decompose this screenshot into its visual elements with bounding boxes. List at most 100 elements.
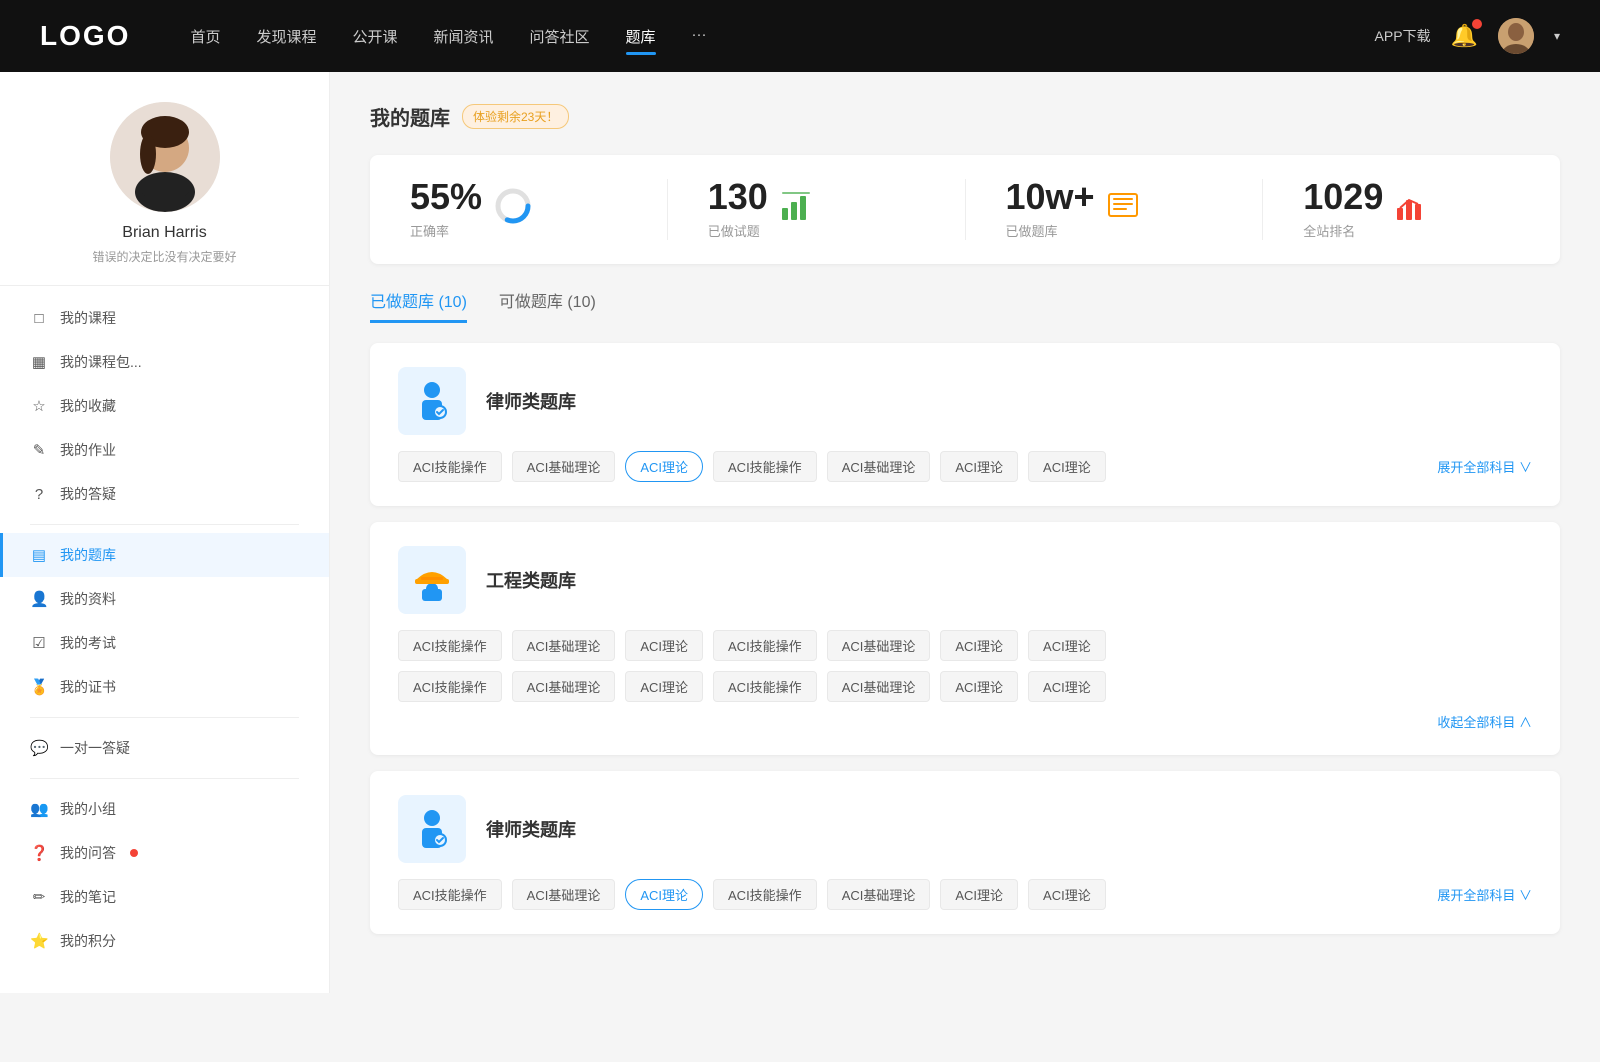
sidebar-menu-label-4: 我的答疑 [60,484,116,504]
nav-item-2[interactable]: 公开课 [352,26,397,47]
tag-lawyer1-2[interactable]: ACI理论 [625,451,703,482]
tag-lawyer1-3[interactable]: ACI技能操作 [713,451,817,482]
sidebar-menu-item-6[interactable]: 👤我的资料 [0,577,329,621]
done-questions-icon [780,190,812,229]
tab-done-banks[interactable]: 已做题库 (10) [370,288,467,323]
page-header: 我的题库 体验剩余23天！ [370,102,1560,131]
stat-ranking-label: 全站排名 [1303,221,1383,240]
sidebar-menu-item-5[interactable]: ▤我的题库 [0,533,329,577]
stat-done-questions: 130 已做试题 [668,179,966,240]
tag-eng-r2-4[interactable]: ACI基础理论 [827,671,931,702]
tag-eng-r1-3[interactable]: ACI技能操作 [713,630,817,661]
stat-accuracy-value: 55% [410,179,482,215]
stat-done-questions-label: 已做试题 [708,221,768,240]
nav-item-1[interactable]: 发现课程 [256,26,316,47]
stat-done-questions-value: 130 [708,179,768,215]
tag-eng-r2-1[interactable]: ACI基础理论 [512,671,616,702]
sidebar-menu-item-9[interactable]: 💬一对一答疑 [0,726,329,770]
sidebar-menu-item-7[interactable]: ☑我的考试 [0,621,329,665]
nav-item-6[interactable]: ··· [692,26,707,47]
sidebar-menu-item-0[interactable]: □我的课程 [0,296,329,340]
tag-eng-r2-6[interactable]: ACI理论 [1028,671,1106,702]
sidebar-avatar[interactable] [110,102,220,212]
tag-eng-r1-1[interactable]: ACI基础理论 [512,630,616,661]
stat-ranking-value-block: 1029 全站排名 [1303,179,1383,240]
nav-item-4[interactable]: 问答社区 [530,26,590,47]
tag-lawyer2-3[interactable]: ACI技能操作 [713,879,817,910]
bank-tags-row-lawyer-2: ACI技能操作 ACI基础理论 ACI理论 ACI技能操作 ACI基础理论 AC… [398,879,1532,910]
tag-eng-r1-2[interactable]: ACI理论 [625,630,703,661]
tag-eng-r1-4[interactable]: ACI基础理论 [827,630,931,661]
tag-lawyer2-5[interactable]: ACI理论 [940,879,1018,910]
sidebar-menu-item-4[interactable]: ?我的答疑 [0,472,329,516]
sidebar-menu-label-7: 我的考试 [60,633,116,653]
sidebar-menu-icon-2: ☆ [30,397,48,415]
nav-item-5[interactable]: 题库 [626,26,656,47]
nav-menu: 首页 发现课程 公开课 新闻资讯 问答社区 题库 ··· [190,26,1374,47]
trial-badge: 体验剩余23天！ [462,104,569,129]
tab-available-banks[interactable]: 可做题库 (10) [499,288,596,323]
tag-lawyer2-1[interactable]: ACI基础理论 [512,879,616,910]
stat-ranking-value: 1029 [1303,179,1383,215]
collapse-toggle-engineer[interactable]: 收起全部科目 ∧ [398,712,1532,731]
tag-eng-r2-5[interactable]: ACI理论 [940,671,1018,702]
main-layout: Brian Harris 错误的决定比没有决定要好 □我的课程▦我的课程包...… [0,72,1600,993]
nav-item-0[interactable]: 首页 [190,26,220,47]
sidebar-menu-label-3: 我的作业 [60,440,116,460]
notification-bell[interactable]: 🔔 [1451,23,1478,49]
tag-eng-r2-0[interactable]: ACI技能操作 [398,671,502,702]
bank-card-lawyer-1: 律师类题库 ACI技能操作 ACI基础理论 ACI理论 ACI技能操作 ACI基… [370,343,1560,506]
sidebar-menu-item-10[interactable]: 👥 我的小组 [0,787,329,831]
tag-eng-r2-3[interactable]: ACI技能操作 [713,671,817,702]
done-banks-icon [1107,190,1139,229]
tag-lawyer1-1[interactable]: ACI基础理论 [512,451,616,482]
tag-eng-r1-0[interactable]: ACI技能操作 [398,630,502,661]
expand-toggle-lawyer-1[interactable]: 展开全部科目 ∨ [1437,457,1532,476]
sidebar-menu-icon-8: 🏅 [30,678,48,696]
sidebar-menu-item-2[interactable]: ☆我的收藏 [0,384,329,428]
bank-tags-lawyer-1: ACI技能操作 ACI基础理论 ACI理论 ACI技能操作 ACI基础理论 AC… [398,451,1437,482]
bank-name-lawyer-2: 律师类题库 [486,816,576,842]
sidebar-menu-icon-10: 👥 [30,800,48,818]
tag-lawyer2-6[interactable]: ACI理论 [1028,879,1106,910]
sidebar-menu-icon-3: ✎ [30,441,48,459]
tag-eng-r1-5[interactable]: ACI理论 [940,630,1018,661]
bank-tags-lawyer-2-list: ACI技能操作 ACI基础理论 ACI理论 ACI技能操作 ACI基础理论 AC… [398,879,1437,910]
avatar[interactable] [1498,18,1534,54]
bank-name-lawyer-1: 律师类题库 [486,388,576,414]
tag-eng-r1-6[interactable]: ACI理论 [1028,630,1106,661]
tag-eng-r2-2[interactable]: ACI理论 [625,671,703,702]
sidebar-menu-item-3[interactable]: ✎ 我的作业 [0,428,329,472]
sidebar-menu-item-1[interactable]: ▦我的课程包... [0,340,329,384]
avatar-image [1498,18,1534,54]
app-download-button[interactable]: APP下载 [1375,26,1431,46]
tag-lawyer1-5[interactable]: ACI理论 [940,451,1018,482]
accuracy-donut-icon [494,187,532,232]
sidebar-profile: Brian Harris 错误的决定比没有决定要好 [0,102,329,286]
sidebar-menu-item-12[interactable]: ✏我的笔记 [0,875,329,919]
sidebar-menu-item-11[interactable]: ❓我的问答 [0,831,329,875]
nav-item-3[interactable]: 新闻资讯 [434,26,494,47]
tag-lawyer2-0[interactable]: ACI技能操作 [398,879,502,910]
sidebar-menu-label-10: 我的小组 [60,799,116,819]
tag-lawyer2-4[interactable]: ACI基础理论 [827,879,931,910]
tag-lawyer2-2[interactable]: ACI理论 [625,879,703,910]
bank-tags-lawyer-2: ACI技能操作 ACI基础理论 ACI理论 ACI技能操作 ACI基础理论 AC… [398,879,1437,910]
ranking-icon [1395,190,1427,229]
sidebar-menu-item-8[interactable]: 🏅我的证书 [0,665,329,709]
sidebar-menu-item-13[interactable]: ⭐我的积分 [0,919,329,963]
sidebar: Brian Harris 错误的决定比没有决定要好 □我的课程▦我的课程包...… [0,72,330,993]
expand-toggle-lawyer-2[interactable]: 展开全部科目 ∨ [1437,885,1532,904]
sidebar-menu-icon-11: ❓ [30,844,48,862]
sidebar-user-motto: 错误的决定比没有决定要好 [92,248,236,265]
navbar-right: APP下载 🔔 ▾ [1375,18,1560,54]
tag-lawyer1-0[interactable]: ACI技能操作 [398,451,502,482]
tag-lawyer1-6[interactable]: ACI理论 [1028,451,1106,482]
stat-done-banks-label: 已做题库 [1006,221,1095,240]
stat-done-questions-value-block: 130 已做试题 [708,179,768,240]
avatar-chevron-icon[interactable]: ▾ [1554,29,1560,43]
stat-accuracy: 55% 正确率 [370,179,668,240]
sidebar-menu-label-1: 我的课程包... [60,352,142,372]
bank-card-engineer: 工程类题库 ACI技能操作 ACI基础理论 ACI理论 ACI技能操作 ACI基… [370,522,1560,755]
tag-lawyer1-4[interactable]: ACI基础理论 [827,451,931,482]
